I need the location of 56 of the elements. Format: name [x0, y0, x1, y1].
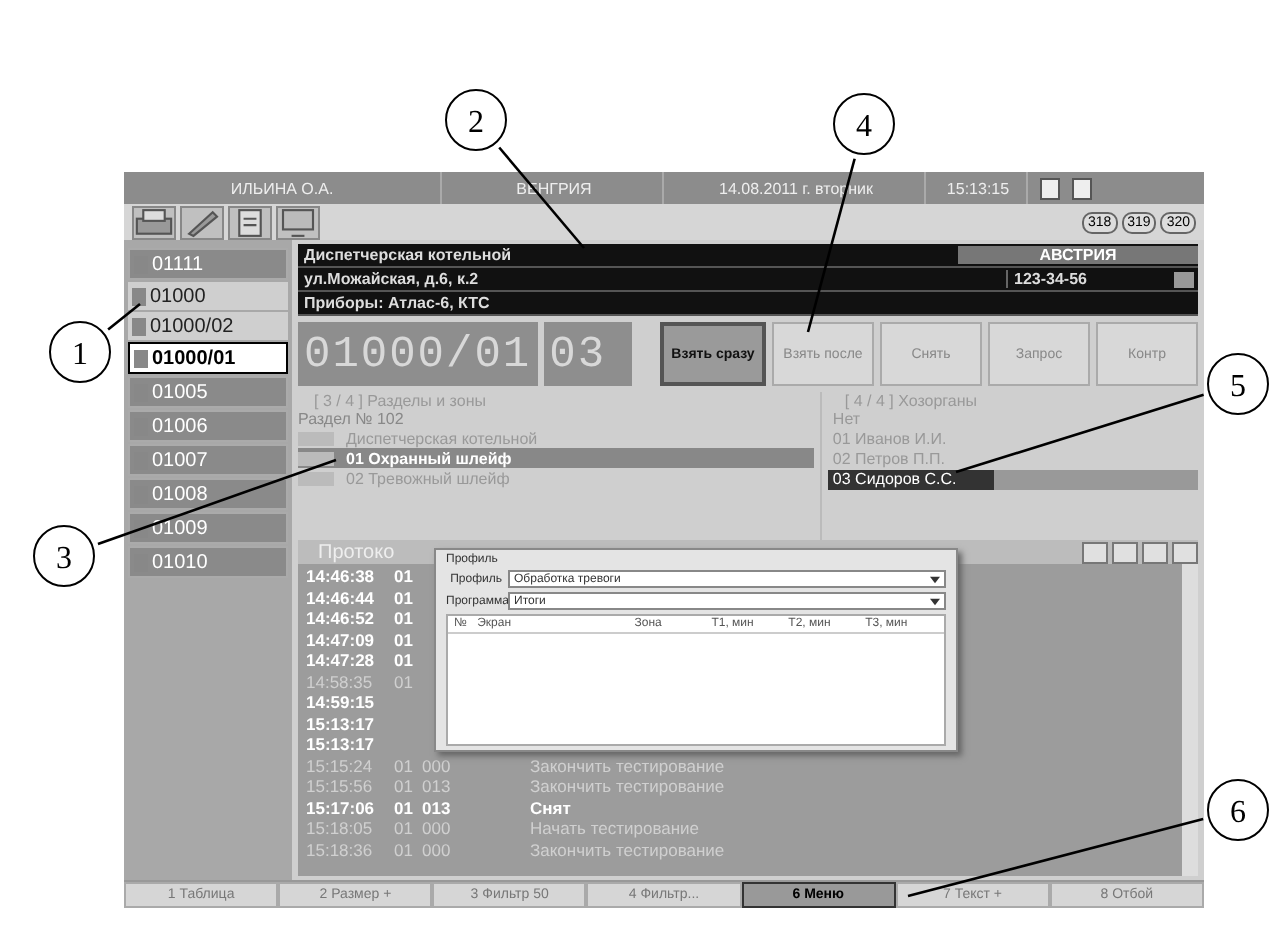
event-time: 14:46:38	[306, 566, 377, 587]
host-row[interactable]: 03 Сидоров С.С.	[828, 470, 1198, 490]
scrollbar[interactable]	[1182, 564, 1198, 876]
object-item[interactable]: 01009	[128, 512, 288, 544]
callout-marker: 1	[49, 321, 111, 383]
object-item[interactable]: 01000/01	[128, 342, 288, 374]
object-name: Диспетчерская котельной	[302, 246, 514, 264]
object-number: 01000/01	[298, 322, 538, 386]
address-text: ул.Можайская, д.6, к.2	[302, 270, 481, 288]
dropdown-arrow-icon	[930, 575, 940, 583]
event-time: 14:46:52	[306, 608, 377, 629]
callout-marker: 4	[833, 93, 895, 155]
country-label: АВСТРИЯ	[958, 246, 1198, 264]
toolbar-icon[interactable]	[1082, 541, 1108, 563]
dropdown-arrow-icon	[930, 597, 940, 605]
event-time: 14:47:28	[306, 650, 377, 671]
status-icon	[1040, 177, 1060, 199]
object-item[interactable]: 01008	[128, 478, 288, 510]
callout-marker: 6	[1207, 779, 1269, 841]
callout-marker: 3	[33, 525, 95, 587]
printer-icon[interactable]	[132, 205, 176, 239]
callout-marker: 5	[1207, 353, 1269, 415]
event-part: 01	[394, 650, 415, 671]
object-item[interactable]: 01000/02	[128, 312, 288, 340]
monitor-icon[interactable]	[276, 205, 320, 239]
event-time: 15:17:06	[306, 797, 377, 818]
event-time: 14:47:09	[306, 629, 377, 650]
object-item[interactable]: 01111	[128, 248, 288, 280]
object-item[interactable]: 01007	[128, 444, 288, 476]
event-time: 14:46:44	[306, 587, 377, 608]
toolbar-icon[interactable]	[1172, 541, 1198, 563]
event-time: 14:59:15	[306, 692, 377, 713]
section-header: Раздел № 102	[298, 410, 406, 428]
event-code: 013	[422, 797, 453, 818]
document-icon[interactable]	[228, 205, 272, 239]
object-item[interactable]: 01006	[128, 410, 288, 442]
object-item[interactable]: 01000	[128, 282, 288, 310]
status-icon	[1072, 177, 1092, 199]
object-item[interactable]: 01010	[128, 546, 288, 578]
zone-number: 03	[543, 322, 632, 386]
devices-text: Приборы: Атлас-6, КТС	[302, 294, 492, 312]
callout-marker: 2	[445, 89, 507, 151]
zone-row[interactable]: 01 Охранный шлейф	[298, 448, 815, 468]
toolbar-icon[interactable]	[1142, 541, 1168, 563]
event-part: 01	[394, 629, 415, 650]
pencil-icon[interactable]	[180, 205, 224, 239]
toolbar-icon[interactable]	[1112, 541, 1138, 563]
object-item[interactable]: 01005	[128, 376, 288, 408]
event-part: 01	[394, 587, 415, 608]
event-time: 15:13:17	[306, 713, 377, 734]
event-time: 15:13:17	[306, 734, 377, 755]
leader-line	[107, 303, 141, 331]
event-part: 01	[394, 608, 415, 629]
event-text: Снят	[530, 797, 571, 818]
event-part: 01	[394, 797, 415, 818]
event-part: 01	[394, 566, 415, 587]
